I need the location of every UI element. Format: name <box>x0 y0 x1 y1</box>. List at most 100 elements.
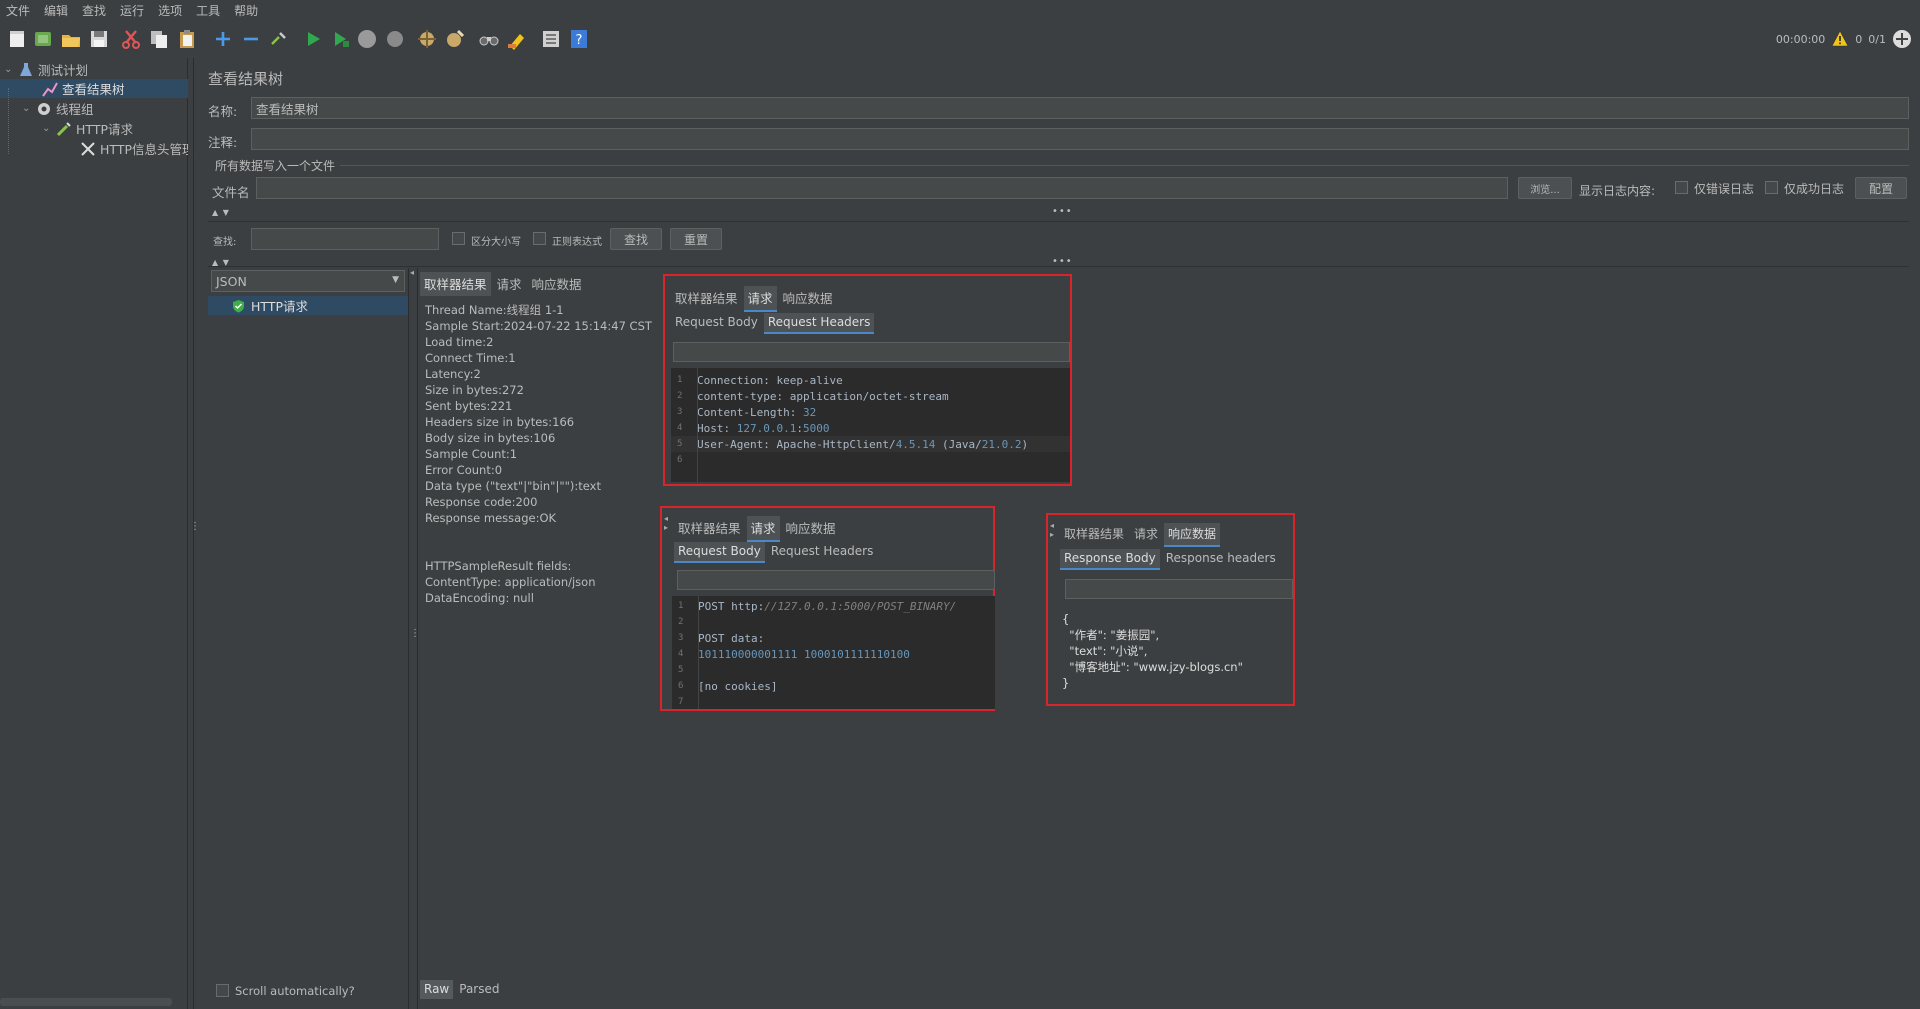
tab-sampler-result[interactable]: 取样器结果 <box>1060 523 1128 547</box>
sampler-result-line: Response message:OK <box>425 511 557 525</box>
errors-only-checkbox[interactable] <box>1675 181 1688 194</box>
menu-edit[interactable]: 编辑 <box>38 2 76 19</box>
json-line: } <box>1062 676 1070 690</box>
scroll-auto-checkbox[interactable] <box>216 984 229 997</box>
success-only-label: 仅成功日志 <box>1784 182 1845 196</box>
new-icon[interactable] <box>6 28 28 50</box>
tab-request[interactable]: 请求 <box>746 516 780 542</box>
save-icon[interactable] <box>88 28 110 50</box>
pipette-icon <box>56 121 72 137</box>
tab-sampler-result[interactable]: 取样器结果 <box>671 286 742 312</box>
response-json-text[interactable]: { "作者": "姜振园", "text": "小说", "博客地址": "ww… <box>1062 611 1292 691</box>
code-line: 6 <box>677 455 683 465</box>
tab-request[interactable]: 请求 <box>1130 523 1162 547</box>
find-button[interactable]: 查找 <box>610 228 662 250</box>
name-field[interactable]: 查看结果树 <box>251 97 1909 119</box>
tab-request-headers[interactable]: Request Headers <box>763 313 875 334</box>
case-sensitive-checkbox[interactable] <box>452 232 465 245</box>
tab-response-data[interactable]: 响应数据 <box>528 272 586 296</box>
renderer-select[interactable]: JSON ▼ <box>211 270 405 292</box>
reset-button[interactable]: 重置 <box>670 228 722 250</box>
tab-request-body[interactable]: Request Body <box>674 542 765 563</box>
headers-search-field[interactable] <box>673 342 1070 362</box>
templates-icon[interactable] <box>32 28 54 50</box>
main-splitter[interactable] <box>188 58 194 1009</box>
reset-search-icon[interactable] <box>506 28 528 50</box>
sampler-result-line: Response code:200 <box>425 495 538 509</box>
tree-node-view-results[interactable]: 查看结果树 <box>0 79 188 98</box>
function-helper-icon[interactable] <box>540 28 562 50</box>
splitter-arrows[interactable]: ◂ <box>410 268 414 277</box>
start-no-pause-icon[interactable] <box>330 28 352 50</box>
clear-all-icon[interactable] <box>444 28 466 50</box>
sampler-result-line: Sample Count:1 <box>425 447 518 461</box>
filename-field[interactable] <box>256 177 1508 199</box>
tab-response-data[interactable]: 响应数据 <box>779 286 837 312</box>
tab-request-body[interactable]: Request Body <box>671 313 762 334</box>
renderer-value: JSON <box>216 273 247 289</box>
menu-search[interactable]: 查找 <box>76 2 114 19</box>
tab-sampler-result[interactable]: 取样器结果 <box>674 516 745 542</box>
success-only-checkbox[interactable] <box>1765 181 1778 194</box>
regex-checkbox[interactable] <box>533 232 546 245</box>
tree-horizontal-scrollbar[interactable] <box>0 998 172 1006</box>
start-icon[interactable] <box>302 28 324 50</box>
shutdown-icon[interactable] <box>384 28 406 50</box>
paste-icon[interactable] <box>176 28 198 50</box>
browse-button[interactable]: 浏览... <box>1518 177 1572 199</box>
splitter-arrows[interactable]: ◂ ▸ <box>1050 521 1054 539</box>
search-label: 查找: <box>213 237 237 248</box>
splitter-arrows[interactable]: ◂ ▸ <box>664 514 668 532</box>
log-content-label: 显示日志内容: <box>1579 184 1656 198</box>
stop-icon[interactable] <box>356 28 378 50</box>
search-input[interactable] <box>251 228 439 250</box>
remote-start-icon[interactable] <box>1892 29 1912 49</box>
collapse-icon[interactable] <box>240 28 262 50</box>
clear-icon[interactable] <box>416 28 438 50</box>
toggle-icon[interactable] <box>268 28 290 50</box>
menu-options[interactable]: 选项 <box>152 2 190 19</box>
tab-response-data[interactable]: 响应数据 <box>1164 523 1221 547</box>
menu-file[interactable]: 文件 <box>0 2 38 19</box>
results-splitter[interactable]: ⋮ ◂ <box>408 268 420 1009</box>
expand-icon[interactable] <box>212 28 234 50</box>
menu-tools[interactable]: 工具 <box>190 2 228 19</box>
tree-node-thread-group[interactable]: ⌄ 线程组 <box>0 99 188 118</box>
request-body-code-view[interactable]: 1 POST http://127.0.0.1:5000/POST_BINARY/… <box>672 596 995 709</box>
body-search-field[interactable] <box>677 570 995 590</box>
chevron-down-icon[interactable]: ⌄ <box>42 123 52 134</box>
chevron-down-icon[interactable]: ⌄ <box>22 103 32 114</box>
chevron-down-icon[interactable]: ⌄ <box>4 64 14 75</box>
menu-run[interactable]: 运行 <box>114 2 152 19</box>
warning-icon[interactable] <box>1831 30 1849 48</box>
sampler-result-line: Size in bytes:272 <box>425 383 524 397</box>
tab-sampler-result[interactable]: 取样器结果 <box>420 272 491 296</box>
search-binoculars-icon[interactable] <box>478 28 500 50</box>
splitter-grip[interactable]: ••• <box>1052 206 1073 217</box>
copy-icon[interactable] <box>148 28 170 50</box>
headers-code-view[interactable]: 1 Connection: keep-alive 2 content-type: a… <box>671 368 1070 482</box>
tree-node-header-manager[interactable]: HTTP信息头管理 <box>0 139 195 158</box>
tab-request[interactable]: 请求 <box>493 272 526 296</box>
tree-node-test-plan[interactable]: ⌄ 测试计划 <box>0 60 188 79</box>
tab-parsed[interactable]: Parsed <box>455 980 503 999</box>
menu-help[interactable]: 帮助 <box>228 2 266 19</box>
tab-request-headers[interactable]: Request Headers <box>767 542 878 563</box>
open-icon[interactable] <box>60 28 82 50</box>
config-button[interactable]: 配置 <box>1855 177 1907 199</box>
splitter-grip[interactable]: ⋮ <box>410 628 420 639</box>
tab-response-data[interactable]: 响应数据 <box>782 516 840 542</box>
tab-response-headers[interactable]: Response headers <box>1162 549 1280 570</box>
response-search-field[interactable] <box>1065 579 1293 599</box>
tab-raw[interactable]: Raw <box>420 980 454 999</box>
comment-field[interactable] <box>251 128 1909 150</box>
tab-request[interactable]: 请求 <box>743 286 777 312</box>
help-icon[interactable]: ? <box>568 28 590 50</box>
tree-node-http-request[interactable]: ⌄ HTTP请求 <box>0 119 188 138</box>
cut-icon[interactable] <box>120 28 142 50</box>
tab-response-body[interactable]: Response Body <box>1060 549 1160 570</box>
collapse-arrows[interactable]: ▲ ▼ <box>212 208 230 217</box>
code-line: 4 101110000001111 1000101111110100 <box>678 647 910 661</box>
splitter-grip[interactable]: ⋮ <box>190 522 200 532</box>
result-item[interactable]: HTTP请求 <box>208 296 408 315</box>
